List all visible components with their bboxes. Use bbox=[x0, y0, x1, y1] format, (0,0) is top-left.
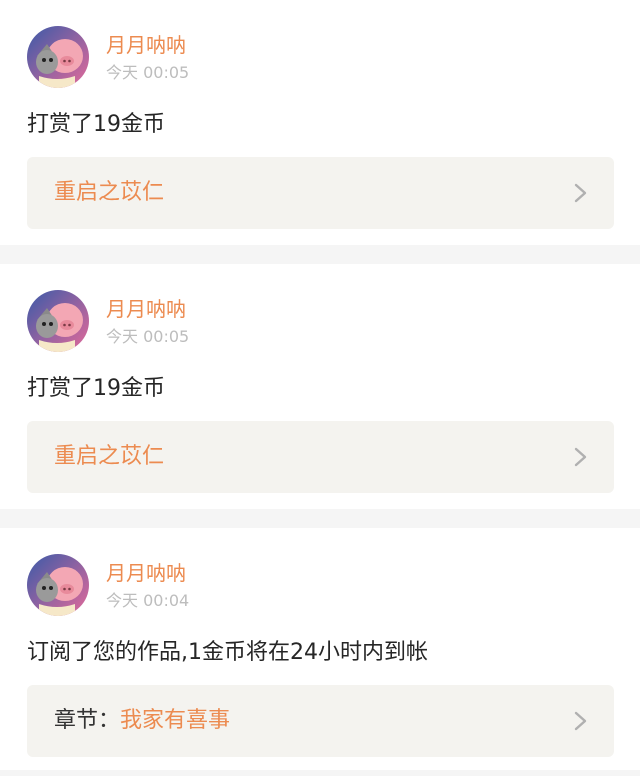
chapter-link-text: 章节：我家有喜事 bbox=[54, 705, 230, 737]
user-name[interactable]: 月月呐呐 bbox=[106, 31, 186, 59]
feed-card: 月月呐呐 今天 00:04 订阅了您的作品,1金币将在24小时内到帐 章节：我家… bbox=[0, 528, 640, 770]
work-title: 重启之苡仁 bbox=[54, 444, 165, 469]
activity-text: 打赏了19金币 bbox=[27, 376, 165, 401]
work-title: 重启之苡仁 bbox=[54, 180, 165, 205]
chevron-right-icon bbox=[574, 711, 587, 731]
work-link[interactable]: 重启之苡仁 bbox=[27, 157, 614, 229]
activity-text: 打赏了19金币 bbox=[27, 112, 165, 137]
chapter-label: 章节： bbox=[54, 708, 121, 733]
timestamp: 今天 00:05 bbox=[106, 327, 190, 346]
feed-card: 月月呐呐 今天 00:05 打赏了19金币 重启之苡仁 bbox=[0, 0, 640, 245]
chapter-link[interactable]: 章节：我家有喜事 bbox=[27, 685, 614, 757]
card-divider bbox=[0, 245, 640, 264]
card-divider bbox=[0, 509, 640, 528]
avatar[interactable] bbox=[27, 290, 89, 352]
chevron-right-icon bbox=[574, 447, 587, 467]
chapter-title: 我家有喜事 bbox=[120, 708, 231, 733]
user-name[interactable]: 月月呐呐 bbox=[106, 295, 186, 323]
work-link-text: 重启之苡仁 bbox=[54, 177, 164, 209]
timestamp: 今天 00:04 bbox=[106, 591, 190, 610]
user-name[interactable]: 月月呐呐 bbox=[106, 559, 186, 587]
avatar[interactable] bbox=[27, 26, 89, 88]
feed-card: 月月呐呐 今天 00:05 打赏了19金币 重启之苡仁 bbox=[0, 264, 640, 509]
activity-text: 订阅了您的作品,1金币将在24小时内到帐 bbox=[27, 640, 428, 665]
chevron-right-icon bbox=[574, 183, 587, 203]
activity-feed: 月月呐呐 今天 00:05 打赏了19金币 重启之苡仁 月月呐呐 今天 00:0… bbox=[0, 0, 640, 770]
work-link-text: 重启之苡仁 bbox=[54, 441, 164, 473]
work-link[interactable]: 重启之苡仁 bbox=[27, 421, 614, 493]
avatar[interactable] bbox=[27, 554, 89, 616]
timestamp: 今天 00:05 bbox=[106, 63, 190, 82]
